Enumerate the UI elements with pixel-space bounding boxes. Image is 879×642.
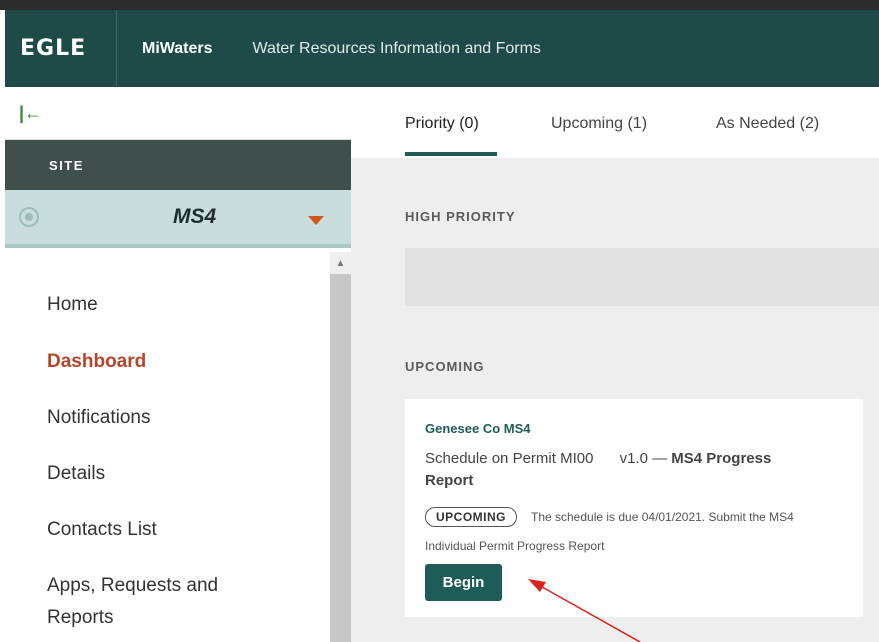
app-name[interactable]: MiWaters — [142, 40, 213, 58]
upcoming-status-badge: UPCOMING — [425, 507, 517, 527]
app-description: Water Resources Information and Forms — [252, 39, 541, 57]
sidebar-item-apps-requests[interactable]: Apps, Requests and — [47, 575, 218, 597]
high-priority-empty-box — [405, 248, 879, 306]
begin-button[interactable]: Begin — [425, 564, 502, 601]
sidebar-item-reports[interactable]: Reports — [47, 607, 114, 629]
card-site-title[interactable]: Genesee Co MS4 — [425, 421, 531, 436]
sidebar-nav: Home Dashboard Notifications Details Con… — [5, 252, 330, 642]
active-tab-indicator — [405, 152, 497, 156]
card-report-line: Report — [425, 472, 474, 489]
tab-priority[interactable]: Priority (0) — [405, 115, 479, 133]
site-selector[interactable]: MS4 — [5, 190, 351, 248]
card-due-text-cont: Individual Permit Progress Report — [425, 539, 605, 553]
sidebar-item-notifications[interactable]: Notifications — [47, 407, 151, 429]
collapse-left-icon[interactable]: |← — [19, 103, 42, 124]
tab-as-needed[interactable]: As Needed (2) — [716, 115, 819, 133]
chevron-down-icon[interactable] — [308, 216, 324, 225]
sidebar-item-details[interactable]: Details — [47, 463, 105, 485]
tab-upcoming[interactable]: Upcoming (1) — [551, 115, 647, 133]
schedule-card: Genesee Co MS4 Schedule on Permit MI00 v… — [405, 399, 863, 617]
sidebar-item-contacts-list[interactable]: Contacts List — [47, 519, 157, 541]
sidebar-collapse-row: |← — [5, 87, 351, 140]
card-permit-text: Schedule on Permit MI00 — [425, 450, 594, 467]
site-label: SITE — [5, 140, 351, 190]
scroll-up-icon[interactable]: ▲ — [330, 252, 351, 274]
card-due-text: The schedule is due 04/01/2021. Submit t… — [531, 510, 794, 524]
window-top-strip — [0, 0, 879, 10]
high-priority-heading: HIGH PRIORITY — [405, 209, 516, 224]
card-version-text: v1.0 — — [619, 450, 668, 467]
site-value: MS4 — [173, 205, 217, 228]
tab-bar: Priority (0) Upcoming (1) As Needed (2) — [351, 87, 879, 158]
card-report-name: MS4 Progress — [671, 450, 772, 467]
site-radio-icon — [19, 207, 39, 227]
sidebar-scrollbar[interactable]: ▲ — [330, 252, 351, 642]
sidebar-item-home[interactable]: Home — [47, 294, 98, 316]
card-schedule-line: Schedule on Permit MI00 v1.0 — MS4 Progr… — [425, 450, 771, 467]
app-header: EGLE MiWaters Water Resources Informatio… — [5, 10, 879, 87]
egle-logo[interactable]: EGLE — [5, 10, 117, 87]
upcoming-heading: UPCOMING — [405, 359, 485, 374]
main-content: Priority (0) Upcoming (1) As Needed (2) … — [351, 87, 879, 642]
sidebar: |← SITE MS4 Home Dashboard Notifications… — [5, 87, 351, 642]
sidebar-item-dashboard[interactable]: Dashboard — [47, 351, 146, 373]
